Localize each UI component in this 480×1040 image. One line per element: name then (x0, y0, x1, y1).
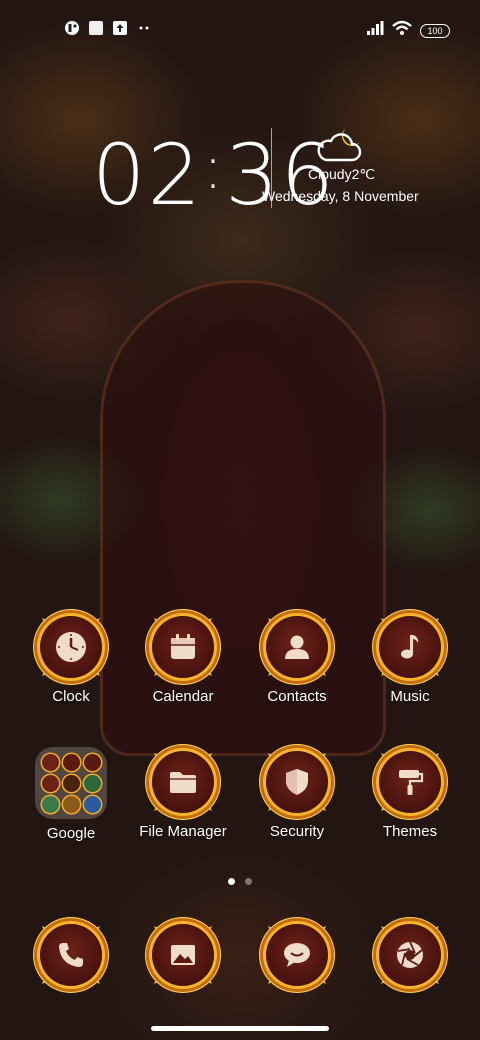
battery-indicator: 100 (420, 23, 450, 38)
date-text: Wednesday, 8 November (262, 188, 419, 204)
home-gesture-bar[interactable] (151, 1026, 329, 1031)
page-indicator[interactable] (0, 878, 480, 885)
app-music[interactable]: Music (365, 612, 455, 705)
phone-icon (53, 937, 89, 973)
camera-shutter-icon (392, 937, 428, 973)
music-note-icon (392, 629, 428, 665)
dock-phone[interactable] (26, 920, 116, 990)
app-security[interactable]: Security (252, 747, 342, 840)
wifi-icon (392, 20, 412, 41)
gallery-icon (165, 937, 201, 973)
app-file-manager[interactable]: File Manager (138, 747, 228, 840)
time-colon: : (202, 133, 226, 203)
app-google-folder[interactable]: Google (26, 747, 116, 842)
app-calendar[interactable]: Calendar (138, 612, 228, 705)
dock-gallery[interactable] (138, 920, 228, 990)
more-dots-icon (136, 20, 152, 36)
app-notification-icon (64, 20, 80, 36)
app-label: Music (390, 688, 430, 705)
page-dot-2[interactable] (245, 878, 252, 885)
app-contacts[interactable]: Contacts (252, 612, 342, 705)
app-label: File Manager (139, 823, 227, 840)
time-hours: 02 (92, 126, 203, 224)
message-icon (279, 937, 315, 973)
app-label: Clock (52, 688, 90, 705)
square-notification-icon (88, 20, 104, 36)
paint-roller-icon (392, 764, 428, 800)
clock-weather-widget[interactable]: 02:36 Cloudy2℃ Wednesday, 8 November (0, 118, 480, 228)
page-dot-1[interactable] (228, 878, 235, 885)
calendar-icon (165, 629, 201, 665)
clock-icon (53, 629, 89, 665)
status-bar: 100 (0, 14, 480, 42)
time-display: 02:36 (92, 118, 336, 225)
dock-camera[interactable] (365, 920, 455, 990)
app-clock[interactable]: Clock (26, 612, 116, 705)
folder-icon (35, 747, 107, 819)
folder-icon (165, 764, 201, 800)
shield-icon (279, 764, 315, 800)
app-label: Contacts (267, 688, 327, 705)
app-themes[interactable]: Themes (365, 747, 455, 840)
app-label: Security (269, 823, 325, 840)
weather-text: Cloudy2℃ (308, 166, 376, 182)
dock-messages[interactable] (252, 920, 342, 990)
signal-icon (366, 20, 384, 41)
cloudy-night-icon (316, 124, 366, 164)
upload-notification-icon (112, 20, 128, 36)
app-label: Themes (382, 823, 438, 840)
app-label: Calendar (152, 688, 214, 705)
app-label: Google (46, 825, 96, 842)
contact-icon (279, 629, 315, 665)
